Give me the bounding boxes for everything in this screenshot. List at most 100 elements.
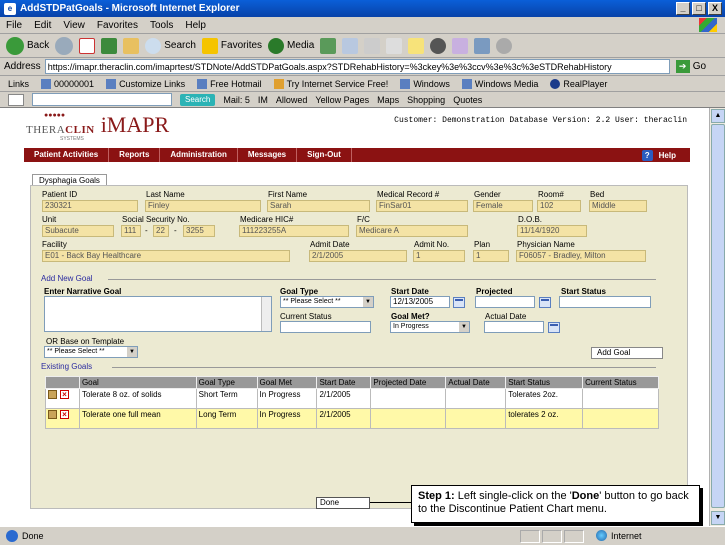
narrative-goal-textarea[interactable] bbox=[44, 296, 272, 332]
menu-view[interactable]: View bbox=[63, 20, 85, 31]
history-icon[interactable] bbox=[320, 37, 337, 54]
plan-label: Plan bbox=[474, 240, 491, 249]
mail-icon[interactable] bbox=[342, 37, 359, 54]
maximize-button[interactable]: □ bbox=[692, 2, 706, 15]
calendar-icon[interactable] bbox=[548, 322, 560, 333]
link-customize[interactable]: Customize Links bbox=[106, 78, 185, 89]
scroll-thumb[interactable] bbox=[711, 124, 725, 508]
menu-edit[interactable]: Edit bbox=[34, 20, 51, 31]
home-icon[interactable] bbox=[123, 37, 140, 54]
link-label: Try Internet Service Free! bbox=[286, 78, 389, 89]
yahoo-allowed[interactable]: Allowed bbox=[276, 95, 308, 105]
menu-tools[interactable]: Tools bbox=[150, 20, 173, 31]
link-windows-media[interactable]: Windows Media bbox=[461, 78, 538, 89]
address-input[interactable]: https://imapr.theraclin.com/imaprtest/ST… bbox=[44, 59, 670, 74]
window-title: AddSTDPatGoals - Microsoft Internet Expl… bbox=[20, 3, 240, 14]
cell-start-status: Tolerates 2oz. bbox=[505, 388, 584, 409]
discuss-icon[interactable] bbox=[408, 37, 425, 54]
edit-icon[interactable] bbox=[48, 390, 57, 400]
favorites-button[interactable]: Favorites bbox=[201, 37, 262, 54]
scroll-up-icon[interactable]: ▲ bbox=[711, 109, 725, 123]
start-date-label: Start Date bbox=[391, 287, 429, 296]
yahoo-im[interactable]: IM bbox=[258, 95, 268, 105]
goal-type-select[interactable]: ** Please Select ** ▼ bbox=[280, 296, 374, 308]
nav-administration[interactable]: Administration bbox=[160, 148, 238, 162]
yahoo-mail[interactable]: Mail: 5 bbox=[223, 95, 250, 105]
nav-sign-out[interactable]: Sign-Out bbox=[297, 148, 352, 162]
callout-pointer bbox=[370, 502, 412, 503]
yahoo-shopping[interactable]: Shopping bbox=[407, 95, 445, 105]
help-link[interactable]: ? Help bbox=[641, 149, 690, 161]
goal-met-select[interactable]: In Progress ▼ bbox=[390, 321, 470, 333]
room-label: Room# bbox=[538, 190, 564, 199]
search-label: Search bbox=[164, 40, 196, 51]
stop-icon[interactable] bbox=[79, 37, 96, 54]
nav-messages[interactable]: Messages bbox=[238, 148, 298, 162]
existing-goals-table: Goal Goal Type Goal Met Start Date Proje… bbox=[45, 376, 659, 429]
current-status-input[interactable] bbox=[280, 321, 371, 333]
menu-favorites[interactable]: Favorites bbox=[97, 20, 138, 31]
star-icon bbox=[201, 37, 218, 54]
column-header: Start Status bbox=[505, 376, 584, 389]
admit-date-label: Admit Date bbox=[310, 240, 350, 249]
facility-label: Facility bbox=[42, 240, 67, 249]
go-button[interactable]: ➔ Go bbox=[675, 60, 706, 73]
cell-current-status bbox=[582, 388, 659, 409]
yahoo-maps[interactable]: Maps bbox=[377, 95, 399, 105]
nav-reports[interactable]: Reports bbox=[109, 148, 161, 162]
yahoo-search-button[interactable]: Search bbox=[180, 93, 216, 106]
edit-icon[interactable] bbox=[386, 37, 403, 54]
start-status-label: Start Status bbox=[561, 287, 606, 296]
add-goal-button[interactable]: Add Goal bbox=[591, 347, 663, 359]
bed-field: Middle bbox=[589, 200, 647, 212]
dob-label: D.O.B. bbox=[518, 215, 543, 224]
start-date-input[interactable]: 12/13/2005 bbox=[390, 296, 450, 308]
edit-icon[interactable] bbox=[48, 410, 57, 420]
link-windows[interactable]: Windows bbox=[400, 78, 450, 89]
chevron-down-icon: ▼ bbox=[459, 322, 469, 332]
yahoo-search-input[interactable] bbox=[32, 93, 172, 106]
menu-help[interactable]: Help bbox=[185, 20, 206, 31]
chat-icon[interactable] bbox=[496, 37, 513, 54]
refresh-icon[interactable] bbox=[101, 37, 118, 54]
search-button[interactable]: Search bbox=[145, 37, 196, 54]
media-button[interactable]: Media bbox=[268, 37, 314, 54]
nav-patient-activities[interactable]: Patient Activities bbox=[24, 148, 110, 162]
messenger-icon[interactable] bbox=[430, 37, 447, 54]
forward-button[interactable] bbox=[55, 36, 74, 55]
unit-field: Subacute bbox=[42, 225, 114, 237]
link-00000001[interactable]: 00000001 bbox=[41, 78, 94, 89]
link-internet-service[interactable]: Try Internet Service Free! bbox=[273, 78, 389, 89]
tools-icon[interactable] bbox=[474, 37, 491, 54]
link-hotmail[interactable]: Free Hotmail bbox=[197, 78, 262, 89]
research-icon[interactable] bbox=[452, 37, 469, 54]
page-scrollbar[interactable]: ▲ ▼ bbox=[709, 108, 725, 526]
template-select[interactable]: ** Please Select ** ▼ bbox=[44, 346, 138, 358]
projected-date-input[interactable] bbox=[475, 296, 535, 308]
yahoo-quotes[interactable]: Quotes bbox=[453, 95, 482, 105]
actual-date-label: Actual Date bbox=[485, 312, 527, 321]
back-button[interactable]: Back bbox=[6, 36, 49, 55]
actual-date-input[interactable] bbox=[484, 321, 544, 333]
scroll-down-icon[interactable]: ▼ bbox=[711, 511, 725, 525]
link-realplayer[interactable]: RealPlayer bbox=[550, 78, 607, 89]
chevron-down-icon: ▼ bbox=[363, 297, 373, 307]
calendar-icon[interactable] bbox=[539, 297, 551, 308]
menu-file[interactable]: File bbox=[6, 20, 22, 31]
callout-step: Step 1: bbox=[418, 490, 455, 502]
close-button[interactable]: X bbox=[708, 2, 722, 15]
calendar-icon[interactable] bbox=[453, 297, 465, 308]
minimize-button[interactable]: _ bbox=[676, 2, 690, 15]
delete-icon[interactable]: × bbox=[60, 390, 69, 400]
yahoo-yellow-pages[interactable]: Yellow Pages bbox=[315, 95, 369, 105]
page-content: ●●●●● THERACLIN iMAPR SYSTEMS Customer: … bbox=[0, 108, 709, 526]
done-button[interactable]: Done bbox=[316, 497, 370, 509]
print-icon[interactable] bbox=[364, 37, 381, 54]
fc-field: Medicare A bbox=[356, 225, 468, 237]
textarea-scrollbar[interactable] bbox=[261, 297, 271, 331]
unit-label: Unit bbox=[42, 215, 57, 224]
address-url: https://imapr.theraclin.com/imaprtest/ST… bbox=[47, 61, 612, 72]
delete-icon[interactable]: × bbox=[60, 410, 69, 420]
yahoo-logo-icon[interactable] bbox=[8, 93, 24, 106]
start-status-input[interactable] bbox=[559, 296, 651, 308]
